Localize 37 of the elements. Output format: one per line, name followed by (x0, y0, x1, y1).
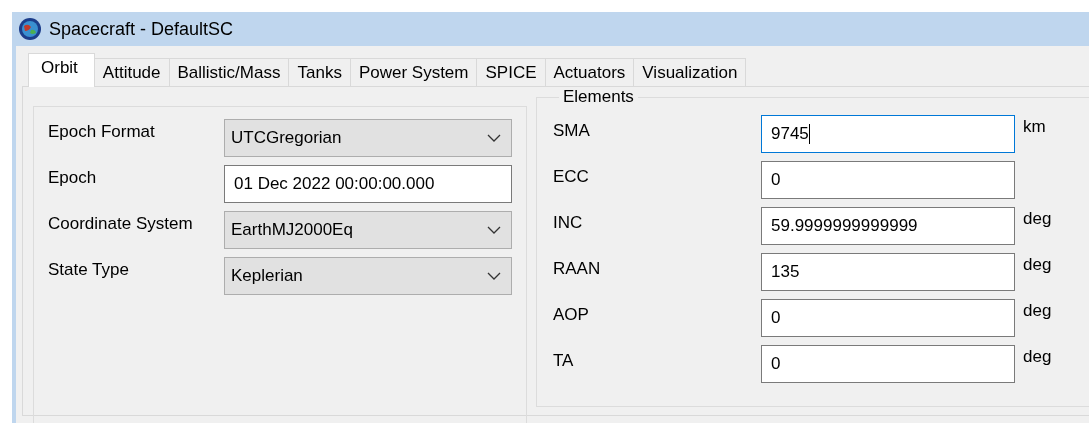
field-label: AOP (553, 304, 590, 325)
input-field[interactable]: 0 (761, 161, 1015, 199)
unit-label: deg (1023, 254, 1052, 275)
window-title: Spacecraft - DefaultSC (49, 18, 234, 40)
field-label: Epoch Format (48, 121, 156, 142)
chevron-down-icon (487, 272, 501, 280)
input-field[interactable]: 135 (761, 253, 1015, 291)
chevron-down-icon (487, 134, 501, 142)
input-field[interactable]: 0 (761, 299, 1015, 337)
input-field[interactable]: 01 Dec 2022 00:00:00.000 (224, 165, 512, 203)
globe-icon (18, 17, 42, 41)
unit-label: deg (1023, 346, 1052, 367)
input-field[interactable]: 0 (761, 345, 1015, 383)
chevron-down-icon (487, 226, 501, 234)
dropdown-value: Keplerian (231, 266, 303, 286)
group-title: Elements (562, 87, 635, 107)
field-label: INC (553, 212, 584, 233)
tab[interactable]: Visualization (633, 58, 747, 86)
input-field[interactable]: 59.9999999999999 (761, 207, 1015, 245)
unit-label: deg (1023, 208, 1052, 229)
field-label: TA (553, 350, 575, 371)
unit-label: deg (1023, 300, 1052, 321)
field-label: Epoch (48, 167, 98, 188)
tab[interactable]: Orbit (28, 53, 95, 87)
dropdown-value: UTCGregorian (231, 128, 342, 148)
field-label: RAAN (553, 258, 602, 279)
unit-label: km (1023, 116, 1046, 137)
field-label: ECC (553, 166, 590, 187)
dropdown[interactable]: UTCGregorian (224, 119, 512, 157)
input-field[interactable]: 9745 (761, 115, 1015, 153)
dropdown-value: EarthMJ2000Eq (231, 220, 353, 240)
field-label: SMA (553, 120, 591, 141)
field-label: Coordinate System (48, 213, 194, 234)
dropdown[interactable]: Keplerian (224, 257, 512, 295)
field-label: State Type (48, 259, 130, 280)
text-cursor (808, 124, 810, 144)
dropdown[interactable]: EarthMJ2000Eq (224, 211, 512, 249)
